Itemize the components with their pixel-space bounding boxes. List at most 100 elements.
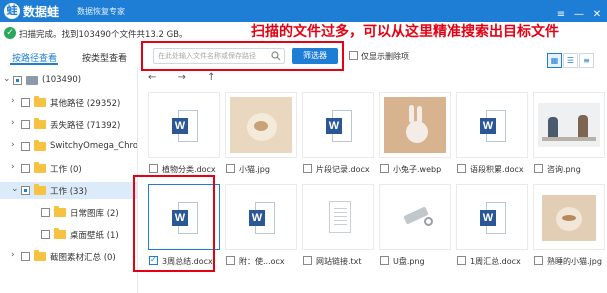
tab-by-type[interactable]: 按类型查看 bbox=[82, 51, 127, 64]
file-caption: 语段积累.docx bbox=[456, 163, 528, 175]
tree-item[interactable]: › 工作 (0) bbox=[0, 160, 137, 177]
file-checkbox[interactable] bbox=[457, 256, 466, 265]
folder-icon bbox=[54, 228, 66, 239]
show-deleted-checkbox[interactable] bbox=[349, 51, 358, 60]
tree-item[interactable]: 桌面壁纸 (1) bbox=[0, 226, 137, 243]
tree-item[interactable]: 日常图库 (2) bbox=[0, 204, 137, 221]
tree-item[interactable]: ⌄ (103490) bbox=[0, 72, 137, 89]
chevron-right-icon[interactable]: › bbox=[11, 250, 15, 260]
tree-item[interactable]: › 丢失路径 (71392) bbox=[0, 116, 137, 133]
file-checkbox[interactable] bbox=[303, 256, 312, 265]
file-checkbox[interactable] bbox=[149, 164, 158, 173]
folder-icon bbox=[34, 250, 46, 261]
tree-checkbox[interactable] bbox=[21, 164, 30, 173]
window-controls: ≡ — ✕ bbox=[551, 2, 605, 20]
nav-arrows[interactable]: ← → ↑ bbox=[148, 72, 225, 83]
file-checkbox[interactable] bbox=[226, 164, 235, 173]
tree-item-label: 截图素材汇总 (0) bbox=[50, 253, 116, 263]
file-card[interactable]: W 片段记录.docx bbox=[302, 92, 374, 176]
file-thumbnail[interactable] bbox=[302, 184, 374, 250]
file-thumbnail[interactable]: W bbox=[456, 92, 528, 158]
file-checkbox[interactable] bbox=[534, 256, 543, 265]
office-image bbox=[538, 103, 600, 147]
title-bar: 蛙 数据蛙 数据恢复专家 ≡ — ✕ bbox=[0, 0, 607, 22]
tree-item[interactable]: › 截图素材汇总 (0) bbox=[0, 248, 137, 265]
detail-view-icon[interactable]: ≡ bbox=[579, 53, 594, 68]
file-thumbnail[interactable] bbox=[379, 184, 451, 250]
minimize-icon[interactable]: — bbox=[571, 7, 587, 23]
show-deleted-toggle[interactable]: 仅显示删除项 bbox=[349, 51, 409, 63]
tree-item-label: 工作 (0) bbox=[50, 165, 82, 175]
tree-item[interactable]: ⌄ 工作 (33) bbox=[0, 182, 137, 199]
file-checkbox[interactable] bbox=[457, 164, 466, 173]
file-caption: 咨询.png bbox=[533, 163, 605, 175]
file-checkbox[interactable] bbox=[380, 164, 389, 173]
file-name: 小兔子.webp bbox=[393, 165, 442, 174]
scan-status-text: 扫描完成。找到103490个文件共13.2 GB。 bbox=[19, 30, 188, 40]
file-name: 小猫.jpg bbox=[239, 165, 270, 174]
chevron-right-icon[interactable]: › bbox=[11, 96, 15, 106]
folder-icon bbox=[34, 184, 46, 195]
file-checkbox[interactable] bbox=[226, 256, 235, 265]
cat-image bbox=[230, 97, 292, 153]
file-thumbnail[interactable]: W bbox=[225, 184, 297, 250]
view-switcher: ▦ ☰ ≡ bbox=[547, 48, 595, 68]
drive-icon bbox=[26, 76, 38, 85]
file-name: 附：使...ocx bbox=[239, 257, 285, 266]
tree-item[interactable]: › 其他路径 (29352) bbox=[0, 94, 137, 111]
file-card[interactable]: W 植物分类.docx bbox=[148, 92, 220, 176]
tree-checkbox[interactable] bbox=[21, 142, 30, 151]
tree-checkbox[interactable] bbox=[21, 120, 30, 129]
file-card[interactable]: 小猫.jpg bbox=[225, 92, 297, 176]
search-highlight-box bbox=[141, 41, 344, 71]
word-document-icon: W bbox=[480, 202, 506, 234]
tree-checkbox[interactable] bbox=[21, 252, 30, 261]
file-name: 植物分类.docx bbox=[162, 165, 216, 174]
tree-item[interactable]: › SwitchyOmega_Chromium bbox=[0, 138, 137, 155]
folder-icon bbox=[34, 162, 46, 173]
file-card[interactable]: 小兔子.webp bbox=[379, 92, 451, 176]
file-card[interactable]: 熟睡的小猫.jpg bbox=[533, 184, 605, 268]
folder-icon bbox=[54, 206, 66, 217]
file-card[interactable]: 网站链接.txt bbox=[302, 184, 374, 268]
tree-item-label: 日常图库 (2) bbox=[70, 209, 119, 219]
tree-checkbox[interactable] bbox=[41, 208, 50, 217]
file-thumbnail[interactable] bbox=[379, 92, 451, 158]
tree-checkbox[interactable] bbox=[13, 76, 22, 85]
chevron-down-icon[interactable]: ⌄ bbox=[11, 184, 19, 194]
tree-item-label: 丢失路径 (71392) bbox=[50, 121, 121, 131]
file-card[interactable]: W 1周汇总.docx bbox=[456, 184, 528, 268]
file-thumbnail[interactable] bbox=[533, 184, 605, 250]
file-checkbox[interactable] bbox=[303, 164, 312, 173]
file-caption: U盘.png bbox=[379, 255, 451, 267]
app-window: 蛙 数据蛙 数据恢复专家 ≡ — ✕ ✓ 扫描完成。找到103490个文件共13.2… bbox=[0, 0, 607, 293]
file-checkbox[interactable] bbox=[534, 164, 543, 173]
file-thumbnail[interactable]: W bbox=[148, 92, 220, 158]
file-checkbox[interactable] bbox=[380, 256, 389, 265]
file-name: 1周汇总.docx bbox=[470, 257, 521, 266]
file-card[interactable]: W 语段积累.docx bbox=[456, 92, 528, 176]
tree-checkbox[interactable] bbox=[21, 98, 30, 107]
file-name: U盘.png bbox=[393, 257, 425, 266]
file-thumbnail[interactable] bbox=[225, 92, 297, 158]
file-thumbnail[interactable]: W bbox=[456, 184, 528, 250]
text-file-icon bbox=[329, 201, 351, 233]
file-caption: 附：使...ocx bbox=[225, 255, 297, 267]
file-card[interactable]: 咨询.png bbox=[533, 92, 605, 176]
grid-view-icon[interactable]: ▦ bbox=[547, 53, 562, 68]
chevron-right-icon[interactable]: › bbox=[11, 140, 15, 150]
chevron-right-icon[interactable]: › bbox=[11, 118, 15, 128]
file-thumbnail[interactable] bbox=[533, 92, 605, 158]
file-card[interactable]: U盘.png bbox=[379, 184, 451, 268]
file-name: 咨询.png bbox=[547, 165, 581, 174]
tree-checkbox[interactable] bbox=[41, 230, 50, 239]
tree-checkbox[interactable] bbox=[21, 186, 30, 195]
file-thumbnail[interactable]: W bbox=[302, 92, 374, 158]
file-card[interactable]: W 附：使...ocx bbox=[225, 184, 297, 268]
close-icon[interactable]: ✕ bbox=[589, 7, 605, 23]
usb-drive-image bbox=[384, 189, 446, 245]
list-view-icon[interactable]: ☰ bbox=[563, 53, 578, 68]
chevron-right-icon[interactable]: › bbox=[11, 162, 15, 172]
word-document-icon: W bbox=[172, 110, 198, 142]
chevron-down-icon[interactable]: ⌄ bbox=[3, 74, 11, 84]
